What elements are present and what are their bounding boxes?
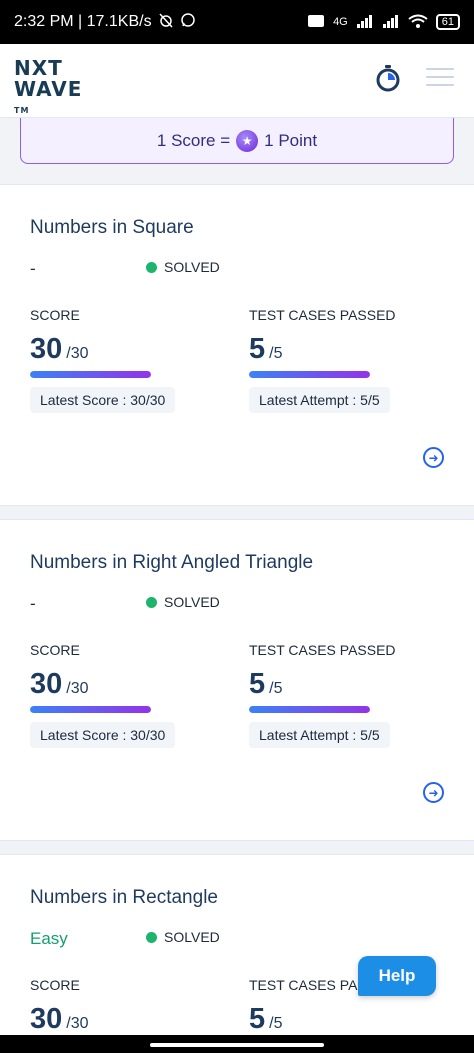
system-nav-bar bbox=[0, 1035, 474, 1053]
logo-line1: NXT bbox=[14, 56, 63, 80]
problem-title: Numbers in Right Angled Triangle bbox=[30, 552, 314, 573]
nxtwave-logo[interactable]: NXT WAVE TM bbox=[14, 56, 104, 116]
volte-icon bbox=[307, 14, 325, 31]
problem-card: Numbers in Right Angled Triangle - SOLVE… bbox=[0, 519, 474, 841]
tests-value: 5/5 bbox=[249, 668, 283, 700]
stopwatch-icon[interactable] bbox=[375, 64, 401, 92]
status-badge: SOLVED bbox=[146, 259, 220, 275]
test-cases-label: TEST CASES PASSED bbox=[249, 642, 396, 658]
status-text: SOLVED bbox=[164, 929, 220, 945]
problem-card: Numbers in Square - SOLVED SCORE TEST CA… bbox=[0, 184, 474, 506]
tests-progress-bar bbox=[249, 371, 370, 378]
score-value: 30/30 bbox=[30, 1003, 89, 1035]
score-label: SCORE bbox=[30, 307, 80, 323]
score-conversion-banner: 1 Score = ★ 1 Point bbox=[20, 118, 454, 164]
difficulty-label: Easy bbox=[30, 929, 68, 948]
status-bar: 2:32 PM | 17.1KB/s 4G 61 bbox=[0, 0, 474, 44]
difficulty-label: - bbox=[30, 594, 36, 613]
arrow-right-circle-icon[interactable]: ➜ bbox=[423, 447, 444, 468]
home-gesture-pill[interactable] bbox=[150, 1043, 324, 1047]
hamburger-menu-icon[interactable] bbox=[426, 68, 454, 88]
tests-value: 5/5 bbox=[249, 1003, 283, 1035]
wifi-icon bbox=[408, 14, 428, 31]
latest-attempt-chip: Latest Attempt : 5/5 bbox=[249, 722, 390, 748]
signal-icon bbox=[356, 14, 374, 31]
score-label: SCORE bbox=[30, 977, 80, 993]
help-button[interactable]: Help bbox=[358, 956, 436, 996]
status-text: SOLVED bbox=[164, 259, 220, 275]
solved-dot-icon bbox=[146, 261, 157, 273]
latest-score-chip: Latest Score : 30/30 bbox=[30, 722, 176, 748]
test-cases-label: TEST CASES PASSED bbox=[249, 307, 396, 323]
tests-progress-bar bbox=[249, 706, 370, 713]
latest-attempt-chip: Latest Attempt : 5/5 bbox=[249, 387, 390, 413]
status-badge: SOLVED bbox=[146, 594, 220, 610]
latest-score-chip: Latest Score : 30/30 bbox=[30, 387, 176, 413]
problem-title: Numbers in Rectangle bbox=[30, 887, 218, 908]
solved-dot-icon bbox=[146, 931, 157, 943]
alarm-off-icon bbox=[158, 12, 174, 33]
app-header: NXT WAVE TM bbox=[0, 44, 474, 118]
status-time: 2:32 PM | 17.1KB/s bbox=[14, 13, 152, 30]
banner-score-text: 1 Score = bbox=[156, 130, 231, 150]
arrow-right-circle-icon[interactable]: ➜ bbox=[423, 782, 444, 803]
logo-tm: TM bbox=[14, 106, 30, 115]
score-label: SCORE bbox=[30, 642, 80, 658]
problem-title: Numbers in Square bbox=[30, 217, 194, 238]
banner-point-text: 1 Point bbox=[264, 130, 318, 150]
network-type: 4G bbox=[333, 16, 348, 28]
whatsapp-icon bbox=[180, 12, 196, 33]
signal-icon-2 bbox=[382, 14, 400, 31]
logo-line2: WAVE bbox=[14, 77, 83, 101]
problem-card: Numbers in Rectangle Easy SOLVED SCORE T… bbox=[0, 854, 474, 1053]
battery-icon: 61 bbox=[435, 14, 460, 30]
score-value: 30/30 bbox=[30, 668, 89, 700]
star-coin-icon: ★ bbox=[236, 129, 259, 152]
status-badge: SOLVED bbox=[146, 929, 220, 945]
difficulty-label: - bbox=[30, 259, 36, 278]
score-progress-bar bbox=[30, 706, 151, 713]
status-text: SOLVED bbox=[164, 594, 220, 610]
score-progress-bar bbox=[30, 371, 151, 378]
score-value: 30/30 bbox=[30, 333, 89, 365]
solved-dot-icon bbox=[146, 596, 157, 608]
tests-value: 5/5 bbox=[249, 333, 283, 365]
